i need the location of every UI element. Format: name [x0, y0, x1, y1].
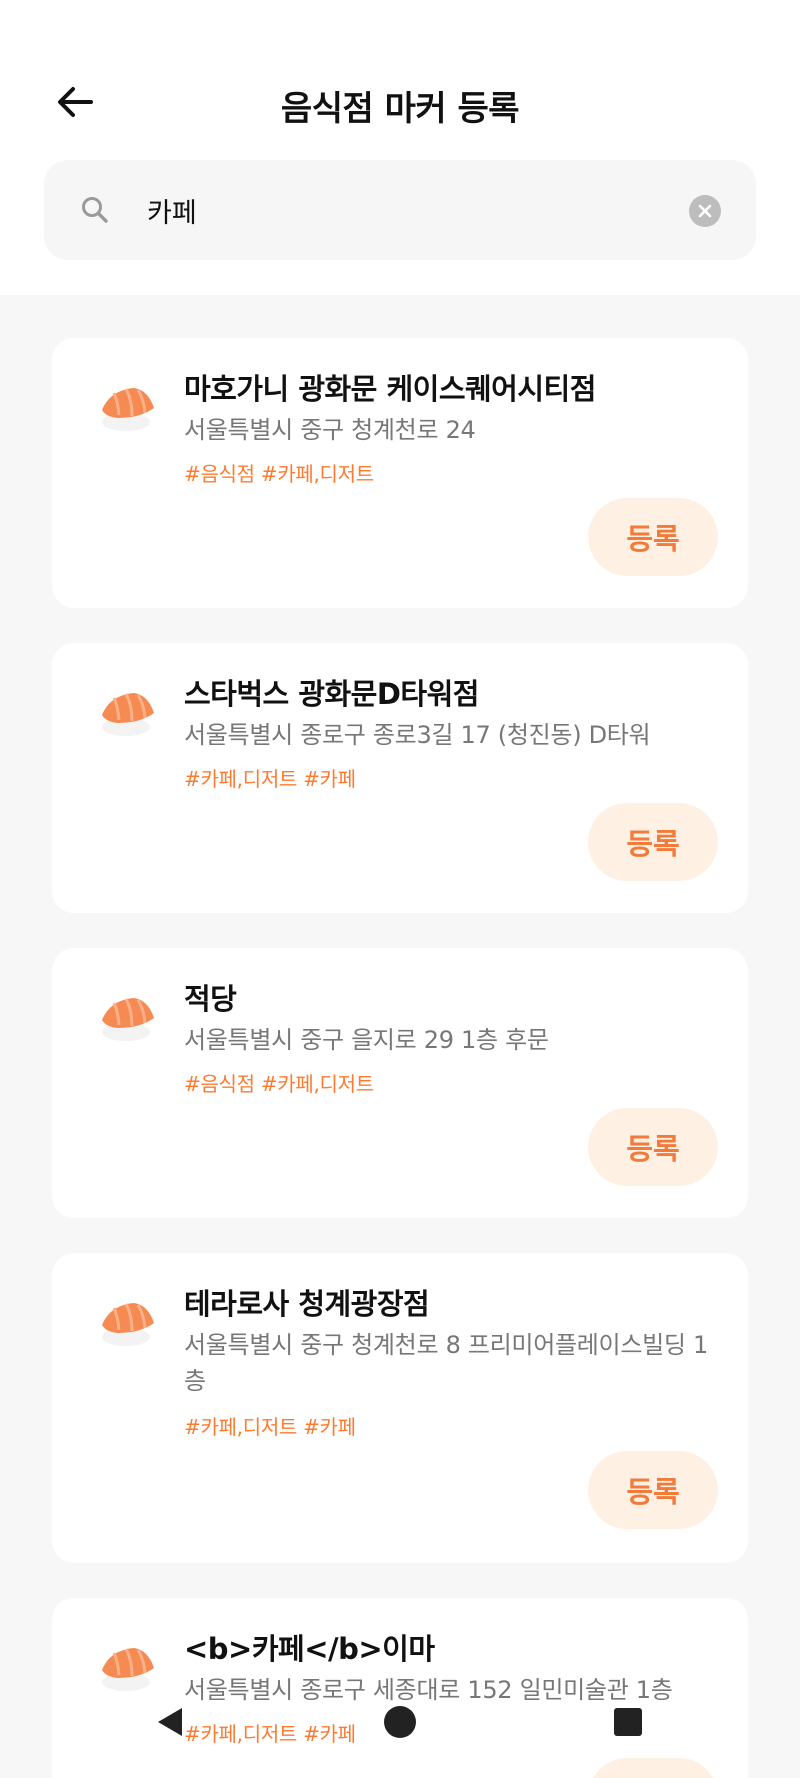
nav-recent-button[interactable] [606, 1700, 650, 1744]
place-tags: #음식점 #카페,디저트 [184, 462, 374, 486]
nav-home-circle-icon [384, 1706, 416, 1738]
search-icon [82, 197, 108, 223]
system-navigation-bar [0, 1690, 800, 1778]
place-address: 서울특별시 중구 청계천로 8 프리미어플레이스빌딩 1층 [184, 1331, 708, 1395]
sushi-icon [102, 998, 154, 1041]
result-card: 스타벅스 광화문D타워점 서울특별시 종로구 종로3길 17 (청진동) D타워… [52, 643, 748, 913]
place-name: 적당 [184, 982, 237, 1016]
sushi-icon [102, 388, 154, 431]
nav-home-button[interactable] [378, 1700, 422, 1744]
register-button[interactable]: 등록 [588, 1108, 718, 1186]
place-tags: #카페,디저트 #카페 [184, 1415, 356, 1439]
page-title: 음식점 마커 등록 [280, 89, 520, 129]
sushi-icon [102, 693, 154, 736]
place-address: 서울특별시 중구 을지로 29 1층 후문 [184, 1026, 549, 1054]
place-name: 마호가니 광화문 케이스퀘어시티점 [184, 372, 596, 406]
place-address: 서울특별시 종로구 종로3길 17 (청진동) D타워 [184, 721, 651, 749]
place-address: 서울특별시 중구 청계천로 24 [184, 416, 476, 444]
register-button[interactable]: 등록 [588, 803, 718, 881]
place-tags: #음식점 #카페,디저트 [184, 1072, 374, 1096]
search-bar[interactable] [44, 160, 756, 260]
place-tags: #카페,디저트 #카페 [184, 767, 356, 791]
place-name: 테라로사 청계광장점 [184, 1287, 430, 1321]
register-button[interactable]: 등록 [588, 1451, 718, 1529]
search-input[interactable] [147, 185, 707, 235]
clear-search-button[interactable] [689, 195, 721, 227]
result-card: 적당 서울특별시 중구 을지로 29 1층 후문 #음식점 #카페,디저트 등록 [52, 948, 748, 1218]
nav-recent-square-icon [614, 1708, 642, 1736]
top-area: 음식점 마커 등록 [0, 0, 800, 295]
nav-back-triangle-icon [158, 1708, 182, 1736]
place-name: <b>카페</b>이마 [184, 1632, 435, 1666]
register-button[interactable]: 등록 [588, 498, 718, 576]
result-card: 마호가니 광화문 케이스퀘어시티점 서울특별시 중구 청계천로 24 #음식점 … [52, 338, 748, 608]
sushi-icon [102, 1303, 154, 1346]
result-card: 테라로사 청계광장점 서울특별시 중구 청계천로 8 프리미어플레이스빌딩 1층… [52, 1253, 748, 1563]
place-name: 스타벅스 광화문D타워점 [184, 677, 479, 711]
app-header: 음식점 마커 등록 [0, 55, 800, 145]
clear-circle-icon [698, 204, 712, 218]
nav-back-button[interactable] [148, 1700, 192, 1744]
